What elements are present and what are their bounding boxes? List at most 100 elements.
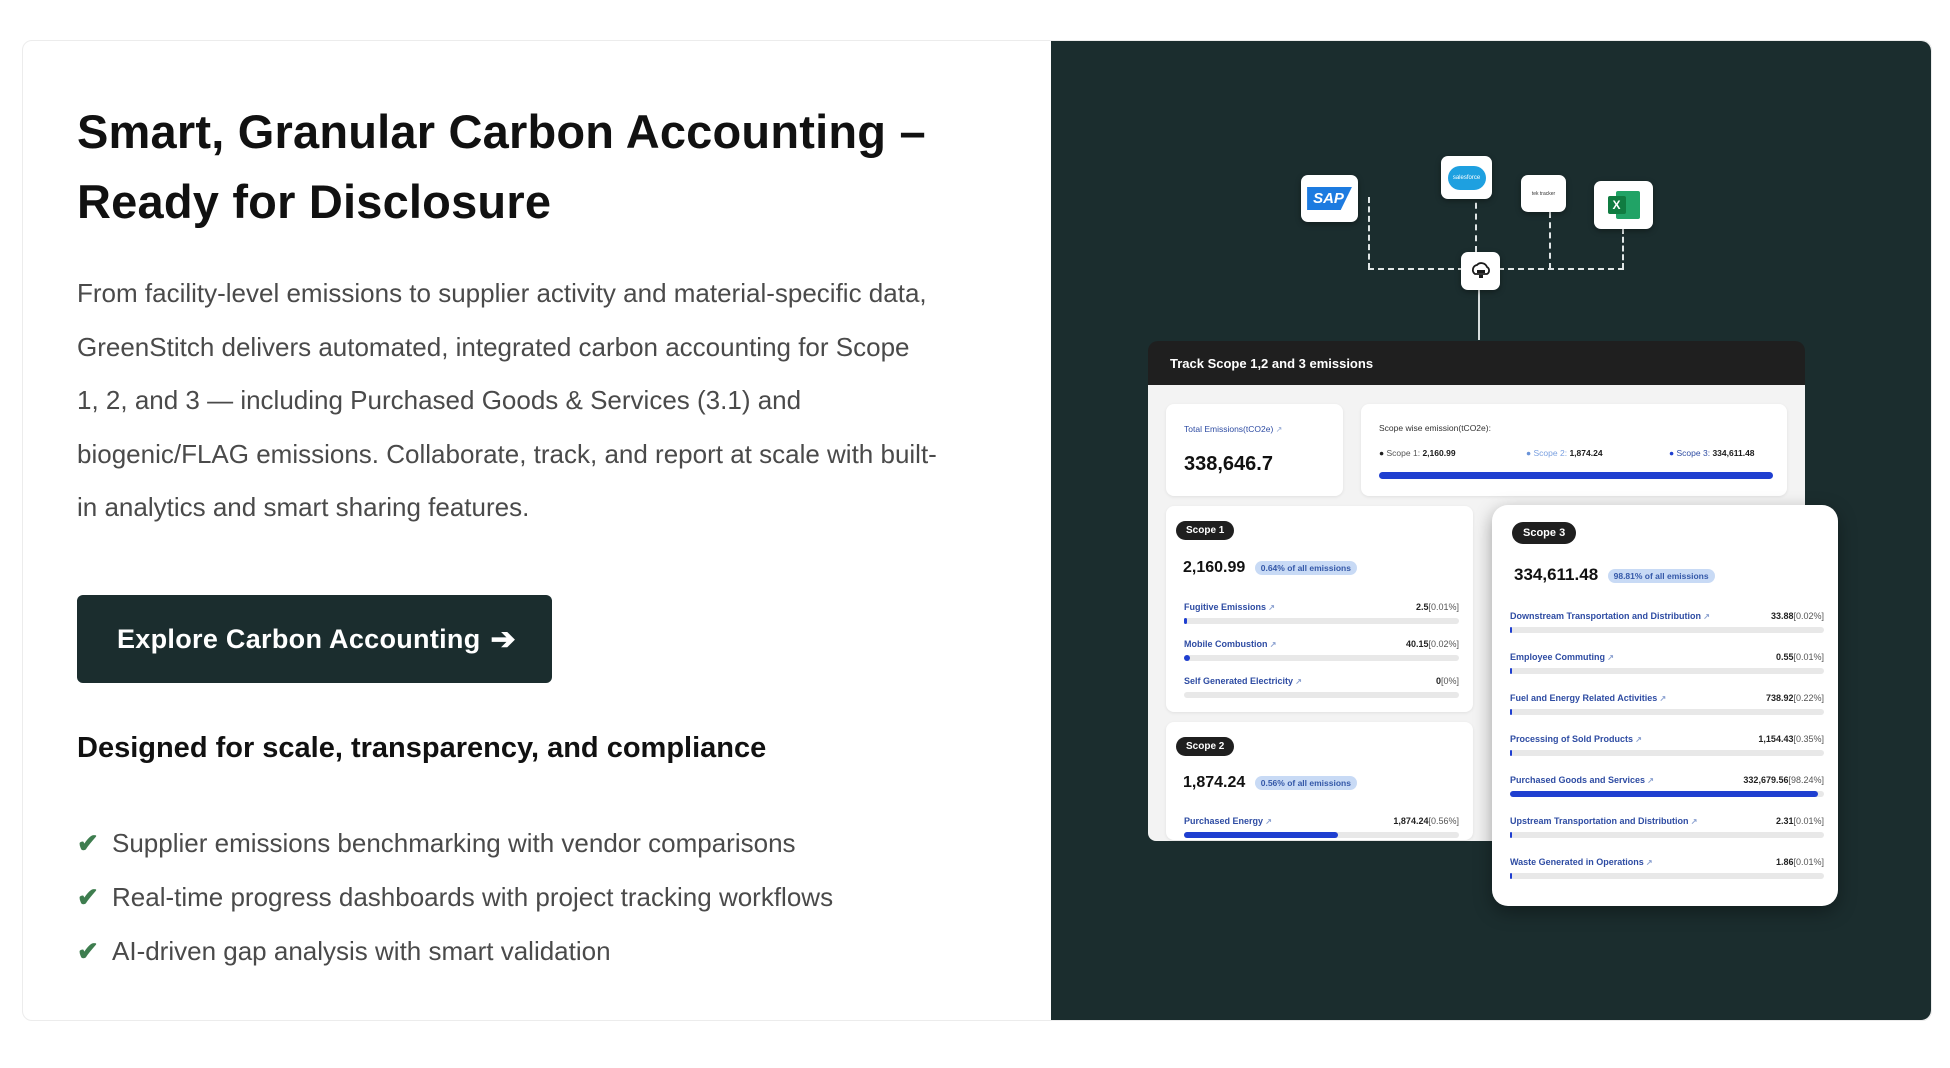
page-title: Smart, Granular Carbon Accounting – Read… [77, 105, 926, 228]
progress-fill [1510, 873, 1512, 879]
progress-fill [1184, 832, 1338, 838]
category-row[interactable]: Mobile Combustion ↗ 40.15[0.02%] [1184, 639, 1459, 673]
progress-track [1510, 709, 1824, 715]
progress-fill [1510, 668, 1512, 674]
category-row[interactable]: Employee Commuting ↗ 0.55[0.01%] [1510, 652, 1824, 686]
cta-label: Explore Carbon Accounting [117, 623, 481, 654]
feature-text: Real-time progress dashboards with proje… [112, 881, 834, 912]
category-row[interactable]: Processing of Sold Products ↗ 1,154.43[0.… [1510, 734, 1824, 768]
category-row[interactable]: Purchased Goods and Services ↗ 332,679.56… [1510, 775, 1824, 809]
arrow-right-icon: ➔ [490, 622, 516, 656]
explore-carbon-accounting-button[interactable]: Explore Carbon Accounting ➔ [77, 595, 552, 683]
category-value: 332,679.56[98.24%] [1743, 775, 1824, 785]
external-link-icon[interactable]: ↗ [1701, 612, 1710, 621]
category-value: 2.31[0.01%] [1775, 816, 1824, 826]
external-link-icon[interactable]: ↗ [1263, 817, 1272, 826]
legend-dot-icon: ● [1379, 448, 1385, 458]
feature-text: AI-driven gap analysis with smart valida… [112, 935, 611, 966]
connector-line [1622, 228, 1624, 269]
progress-track [1184, 692, 1459, 698]
category-value: 0[0%] [1435, 676, 1459, 686]
connector-line [1478, 288, 1480, 340]
external-link-icon[interactable]: ↗ [1644, 858, 1653, 867]
sap-logo: SAP [1301, 175, 1358, 222]
category-value: 33.88[0.02%] [1770, 611, 1824, 621]
scope2-pill: Scope 2 [1176, 737, 1235, 756]
scope2-value: 1,874.24 [1183, 774, 1246, 791]
category-value: 1.86[0.01%] [1775, 857, 1824, 867]
scope1-value: 2,160.99 [1183, 559, 1246, 576]
check-icon: ✔ [77, 881, 99, 912]
external-link-icon[interactable]: ↗ [1268, 640, 1277, 649]
connector-line [1368, 197, 1370, 269]
external-link-icon: ↗ [1275, 425, 1283, 434]
salesforce-icon: salesforce [1447, 165, 1486, 190]
greenstitch-hub-logo [1461, 252, 1500, 290]
scope2-card: Scope 2 1,874.24 0.56% of all emissions … [1166, 722, 1473, 840]
scopewise-legend-2: ● Scope 2: 1,874.24 [1526, 448, 1603, 458]
scope3-value: 334,611.48 [1514, 565, 1599, 584]
category-row[interactable]: Fugitive Emissions ↗ 2.5[0.01%] [1184, 602, 1459, 636]
progress-fill [1510, 627, 1512, 633]
total-emissions-card: Total Emissions(tCO2e) ↗ 338,646.7 [1166, 404, 1343, 496]
progress-fill [1510, 750, 1512, 756]
external-link-icon[interactable]: ↗ [1645, 776, 1654, 785]
category-label: Waste Generated in Operations ↗ [1510, 857, 1653, 867]
progress-track [1510, 668, 1824, 674]
scope3-badge: 98.81% of all emissions [1607, 568, 1715, 583]
progress-track [1184, 618, 1459, 624]
progress-fill [1184, 618, 1187, 624]
external-link-icon[interactable]: ↗ [1266, 603, 1275, 612]
category-value: 0.55[0.01%] [1775, 652, 1824, 662]
category-row[interactable]: Downstream Transportation and Distributi… [1510, 611, 1824, 645]
category-value: 2.5[0.01%] [1415, 602, 1459, 612]
connector-line [1549, 212, 1551, 269]
tracker-logo: tek tracker [1521, 175, 1566, 212]
progress-track [1510, 627, 1824, 633]
progress-fill [1510, 832, 1512, 838]
external-link-icon[interactable]: ↗ [1605, 653, 1614, 662]
external-link-icon[interactable]: ↗ [1689, 817, 1698, 826]
progress-fill [1184, 655, 1190, 661]
category-row[interactable]: Waste Generated in Operations ↗ 1.86[0.01… [1510, 857, 1824, 891]
progress-track [1510, 832, 1824, 838]
scopewise-legend-3: ● Scope 3: 334,611.48 [1669, 448, 1755, 458]
category-row[interactable]: Self Generated Electricity ↗ 0[0%] [1184, 676, 1459, 710]
category-row[interactable]: Fuel and Energy Related Activities ↗ 738.… [1510, 693, 1824, 727]
legend-dot-icon: ● [1526, 448, 1532, 458]
feature-list: ✔ Supplier emissions benchmarking with v… [77, 816, 833, 978]
category-label: Purchased Energy ↗ [1184, 816, 1272, 826]
excel-logo: X [1594, 181, 1653, 229]
check-icon: ✔ [77, 935, 99, 966]
total-emissions-value: 338,646.7 [1184, 453, 1273, 475]
total-emissions-label: Total Emissions(tCO2e) [1184, 424, 1274, 434]
scope1-badge: 0.64% of all emissions [1254, 560, 1357, 575]
scopewise-legend-1: ● Scope 1: 2,160.99 [1379, 448, 1456, 458]
category-value: 1,154.43[0.35%] [1758, 734, 1824, 744]
progress-fill [1510, 791, 1819, 797]
scope2-badge: 0.56% of all emissions [1254, 775, 1357, 790]
category-label: Purchased Goods and Services ↗ [1510, 775, 1654, 785]
scope1-card: Scope 1 2,160.99 0.64% of all emissions … [1166, 506, 1473, 712]
scope3-card: Scope 3 334,611.48 98.81% of all emissio… [1492, 505, 1838, 906]
external-link-icon[interactable]: ↗ [1633, 735, 1642, 744]
scopewise-label: Scope wise emission(tCO2e): [1379, 423, 1491, 433]
check-icon: ✔ [77, 827, 99, 858]
tracker-icon: tek tracker [1531, 190, 1556, 197]
progress-track [1184, 832, 1459, 838]
category-label: Mobile Combustion ↗ [1184, 639, 1277, 649]
category-label: Self Generated Electricity ↗ [1184, 676, 1302, 686]
external-link-icon[interactable]: ↗ [1293, 677, 1302, 686]
salesforce-logo: salesforce [1441, 156, 1492, 199]
scopewise-bar [1379, 472, 1773, 479]
feature-text: Supplier emissions benchmarking with ven… [112, 827, 796, 858]
progress-track [1510, 750, 1824, 756]
list-item: ✔ Real-time progress dashboards with pro… [77, 870, 833, 924]
category-value: 738.92[0.22%] [1765, 693, 1824, 703]
external-link-icon[interactable]: ↗ [1657, 694, 1666, 703]
category-row[interactable]: Upstream Transportation and Distribution… [1510, 816, 1824, 850]
category-row[interactable]: Purchased Energy ↗ 1,874.24[0.56%] [1184, 816, 1459, 850]
sap-icon: SAP [1307, 187, 1352, 210]
connector-line [1475, 192, 1477, 252]
progress-track [1510, 873, 1824, 879]
